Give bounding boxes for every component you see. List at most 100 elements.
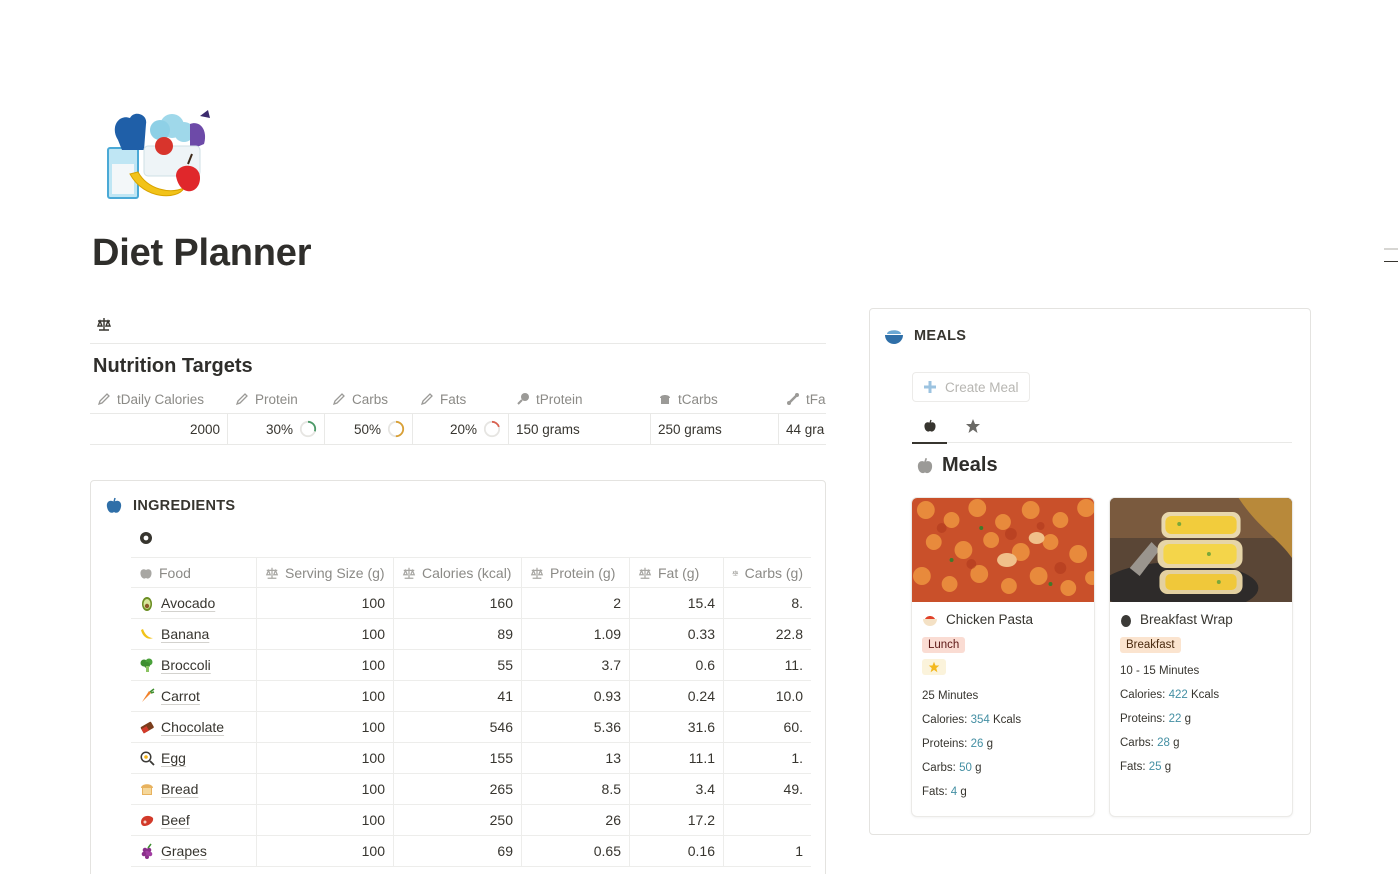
column-carbs[interactable]: Carbs (g) (724, 558, 811, 587)
cell-carbs[interactable]: 60. (724, 712, 811, 742)
fats-grams-value[interactable]: 44 gra (779, 414, 826, 444)
cell-calories[interactable]: 89 (394, 619, 522, 649)
cell-carbs[interactable]: 49. (724, 774, 811, 804)
cell-protein[interactable]: 8.5 (522, 774, 630, 804)
cell-serving[interactable]: 100 (257, 650, 394, 680)
cell-carbs[interactable]: 22.8 (724, 619, 811, 649)
cell-serving[interactable]: 100 (257, 712, 394, 742)
fats-percent-value[interactable]: 20% (413, 414, 509, 444)
cell-fat[interactable]: 15.4 (630, 588, 724, 618)
cell-serving[interactable]: 100 (257, 805, 394, 835)
cell-fat[interactable]: 17.2 (630, 805, 724, 835)
cell-calories[interactable]: 41 (394, 681, 522, 711)
database-view-icon[interactable] (139, 531, 153, 545)
cell-food[interactable]: Avocado (131, 588, 257, 618)
cell-protein[interactable]: 13 (522, 743, 630, 773)
table-row[interactable]: Carrot 100 41 0.93 0.24 10.0 (131, 681, 811, 712)
table-of-contents-indicator[interactable] (1384, 248, 1400, 273)
cell-food[interactable]: Grapes (131, 836, 257, 866)
table-row[interactable]: Chocolate 100 546 5.36 31.6 60. (131, 712, 811, 743)
cell-serving[interactable]: 100 (257, 681, 394, 711)
cell-food[interactable]: Beef (131, 805, 257, 835)
cell-food[interactable]: Banana (131, 619, 257, 649)
unit: g (1184, 713, 1191, 725)
formula-pencil-icon (97, 393, 110, 406)
carbs-grams-value[interactable]: 250 grams (651, 414, 779, 444)
cell-food[interactable]: Carrot (131, 681, 257, 711)
cell-calories[interactable]: 155 (394, 743, 522, 773)
header-protein[interactable]: Protein (228, 385, 325, 413)
cell-calories[interactable]: 69 (394, 836, 522, 866)
carbs-percent-value[interactable]: 50% (325, 414, 413, 444)
cell-food[interactable]: Chocolate (131, 712, 257, 742)
cell-carbs[interactable]: 1 (724, 836, 811, 866)
table-row[interactable]: Egg 100 155 13 11.1 1. (131, 743, 811, 774)
cell-serving[interactable]: 100 (257, 588, 394, 618)
cell-serving[interactable]: 100 (257, 836, 394, 866)
cell-calories[interactable]: 546 (394, 712, 522, 742)
food-name: Bread (161, 781, 199, 797)
table-row[interactable]: Avocado 100 160 2 15.4 8. (131, 588, 811, 619)
cell-carbs[interactable] (724, 805, 811, 835)
cell-calories[interactable]: 55 (394, 650, 522, 680)
cell-protein[interactable]: 5.36 (522, 712, 630, 742)
cell-serving[interactable]: 100 (257, 619, 394, 649)
fat-value: 0.33 (687, 626, 715, 642)
table-row[interactable]: Bread 100 265 8.5 3.4 49. (131, 774, 811, 805)
protein-percent-value[interactable]: 30% (228, 414, 325, 444)
cell-protein[interactable]: 26 (522, 805, 630, 835)
tab-favorites-view[interactable] (955, 409, 990, 443)
calories-value: 160 (489, 595, 513, 611)
column-serving-size[interactable]: Serving Size (g) (257, 558, 394, 587)
scale-icon (732, 570, 739, 576)
table-row[interactable]: Grapes 100 69 0.65 0.16 1 (131, 836, 811, 867)
cell-fat[interactable]: 3.4 (630, 774, 724, 804)
cell-protein[interactable]: 1.09 (522, 619, 630, 649)
proteins-number: 26 (970, 738, 984, 750)
cell-food[interactable]: Egg (131, 743, 257, 773)
cell-fat[interactable]: 31.6 (630, 712, 724, 742)
header-fats[interactable]: Fats (413, 385, 509, 413)
meal-card-chicken-pasta[interactable]: Chicken Pasta Lunch 25 Minutes Calories:… (911, 497, 1095, 817)
header-carbs[interactable]: Carbs (325, 385, 413, 413)
header-tprotein[interactable]: tProtein (509, 385, 651, 413)
cell-carbs[interactable]: 8. (724, 588, 811, 618)
cell-protein[interactable]: 0.65 (522, 836, 630, 866)
create-meal-button[interactable]: Create Meal (912, 372, 1030, 402)
cell-serving[interactable]: 100 (257, 743, 394, 773)
cell-fat[interactable]: 0.33 (630, 619, 724, 649)
cell-calories[interactable]: 265 (394, 774, 522, 804)
cell-fat[interactable]: 0.6 (630, 650, 724, 680)
column-food[interactable]: Food (131, 558, 257, 587)
cell-protein[interactable]: 0.93 (522, 681, 630, 711)
gallery-title: Meals (916, 454, 998, 477)
cell-protein[interactable]: 2 (522, 588, 630, 618)
daily-calories-value[interactable]: 2000 (90, 414, 228, 444)
column-calories[interactable]: Calories (kcal) (394, 558, 522, 587)
cell-fat[interactable]: 0.24 (630, 681, 724, 711)
header-tcarbs[interactable]: tCarbs (651, 385, 779, 413)
cell-fat[interactable]: 0.16 (630, 836, 724, 866)
tab-apple-view[interactable] (912, 409, 947, 444)
meal-card-breakfast-wrap[interactable]: Breakfast Wrap Breakfast 10 - 15 Minutes… (1109, 497, 1293, 817)
cell-calories[interactable]: 160 (394, 588, 522, 618)
cell-protein[interactable]: 3.7 (522, 650, 630, 680)
table-row[interactable]: Broccoli 100 55 3.7 0.6 11. (131, 650, 811, 681)
cell-carbs[interactable]: 11. (724, 650, 811, 680)
cell-carbs[interactable]: 1. (724, 743, 811, 773)
cell-calories[interactable]: 250 (394, 805, 522, 835)
cell-food[interactable]: Broccoli (131, 650, 257, 680)
protein-grams-value[interactable]: 150 grams (509, 414, 651, 444)
cell-serving[interactable]: 100 (257, 774, 394, 804)
table-row[interactable]: Beef 100 250 26 17.2 (131, 805, 811, 836)
cell-carbs[interactable]: 10.0 (724, 681, 811, 711)
column-protein[interactable]: Protein (g) (522, 558, 630, 587)
table-row[interactable]: Banana 100 89 1.09 0.33 22.8 (131, 619, 811, 650)
header-tfats[interactable]: tFa (779, 385, 826, 413)
nutrition-targets-title: Nutrition Targets (93, 355, 253, 377)
column-fat[interactable]: Fat (g) (630, 558, 724, 587)
header-daily-calories[interactable]: tDaily Calories (90, 385, 228, 413)
cell-food[interactable]: Bread (131, 774, 257, 804)
carbs-value: 49. (783, 781, 803, 797)
cell-fat[interactable]: 11.1 (630, 743, 724, 773)
